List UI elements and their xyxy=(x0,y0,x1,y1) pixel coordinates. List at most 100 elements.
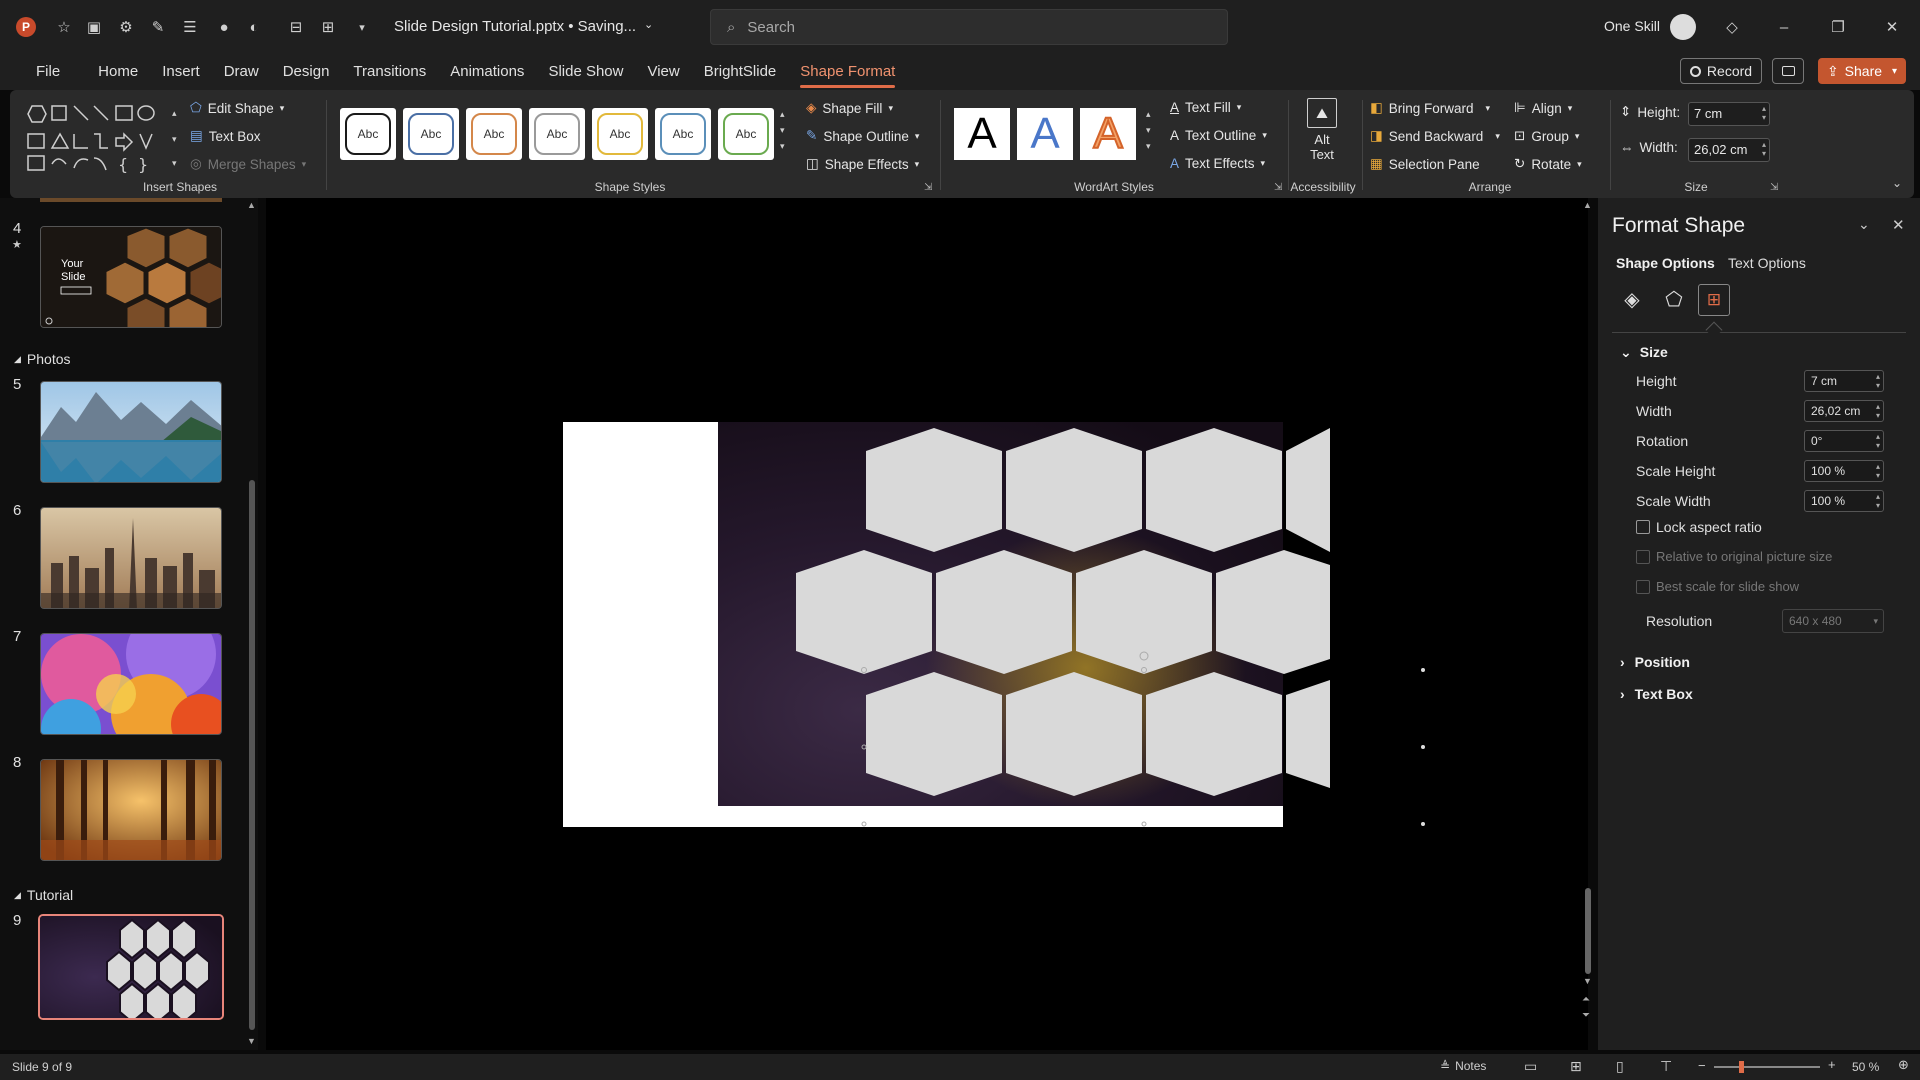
hexagon[interactable] xyxy=(866,672,1002,796)
text-fill-button[interactable]: A Text Fill ▾ xyxy=(1170,100,1241,115)
minimize-icon[interactable]: – xyxy=(1774,17,1794,37)
tab-transitions[interactable]: Transitions xyxy=(341,54,438,90)
text-box-button[interactable]: ▤ Text Box xyxy=(190,128,261,144)
width-input[interactable]: 26,02 cm ▴ ▾ xyxy=(1688,138,1770,162)
scroll-up-icon[interactable]: ▲ xyxy=(1583,200,1592,210)
comments-button[interactable] xyxy=(1772,58,1804,84)
scale-height-field[interactable]: 100 % ▴ ▾ xyxy=(1804,460,1884,482)
slide-thumbnail-4[interactable]: Your Slide xyxy=(40,226,222,328)
shapes-gallery[interactable]: { } ▴ ▾ ▾ xyxy=(24,102,184,174)
scroll-up-icon[interactable]: ▲ xyxy=(247,200,256,210)
shape-style-swatch[interactable]: Abc xyxy=(466,108,522,160)
alt-text-button[interactable]: ⛰ Alt Text xyxy=(1298,98,1346,162)
tab-shape-format[interactable]: Shape Format xyxy=(788,54,907,90)
slide-editing-area[interactable] xyxy=(266,198,1588,1050)
group-button[interactable]: ⊡ Group ▾ xyxy=(1514,128,1579,144)
chevron-down-icon[interactable]: ▾ xyxy=(352,17,372,37)
hexagon[interactable] xyxy=(1006,428,1142,552)
zoom-level[interactable]: 50 % xyxy=(1852,1060,1879,1074)
dialog-launcher-icon[interactable]: ⇲ xyxy=(1770,182,1778,193)
color-icon[interactable]: ◐ xyxy=(244,17,264,37)
effects-icon[interactable]: ⬠ xyxy=(1660,286,1688,314)
shape-style-swatch[interactable]: Abc xyxy=(718,108,774,160)
scroll-down-icon[interactable]: ▼ xyxy=(247,1036,256,1046)
hexagon[interactable] xyxy=(1006,672,1142,796)
hexagon[interactable] xyxy=(1286,680,1330,788)
zoom-in-icon[interactable]: + xyxy=(1828,1057,1836,1072)
fit-slide-icon[interactable]: ⊕ xyxy=(1898,1057,1909,1073)
rotation-field[interactable]: 0° ▴ ▾ xyxy=(1804,430,1884,452)
wordart-scroll[interactable]: ▴ ▾ ▾ xyxy=(1146,106,1151,154)
previous-slide-icon[interactable]: ⏶ xyxy=(1582,994,1590,1005)
spinner-icon[interactable]: ▴ ▾ xyxy=(1876,432,1880,450)
spinner-icon[interactable]: ▴ ▾ xyxy=(1876,492,1880,510)
next-slide-icon[interactable]: ⏷ xyxy=(1582,1010,1590,1021)
spinner-icon[interactable]: ▴ ▾ xyxy=(1876,462,1880,480)
star-icon[interactable]: ☆ xyxy=(54,17,74,37)
tab-file[interactable]: File xyxy=(24,54,72,90)
fill-line-icon[interactable]: ◈ xyxy=(1618,286,1646,314)
slide-sorter-icon[interactable]: ⊞ xyxy=(1570,1058,1582,1075)
share-button[interactable]: ⇪ Share ▾ xyxy=(1818,58,1906,84)
close-icon[interactable]: ✕ xyxy=(1892,216,1905,234)
textbox-section-header[interactable]: › Text Box xyxy=(1620,686,1693,702)
spinner-icon[interactable]: ▴ ▾ xyxy=(1762,140,1766,158)
text-effects-button[interactable]: A Text Effects ▾ xyxy=(1170,156,1265,171)
align-button[interactable]: ⊫ Align ▾ xyxy=(1514,100,1572,116)
send-backward-button[interactable]: ◨ Send Backward ▾ xyxy=(1370,128,1500,144)
hexagon[interactable] xyxy=(1076,550,1212,674)
tab-home[interactable]: Home xyxy=(86,54,150,90)
thumbnail-scrollbar[interactable]: ▲ ▼ xyxy=(247,198,256,1050)
notes-button[interactable]: ≜ Notes xyxy=(1440,1059,1486,1073)
slide-thumbnail-7[interactable] xyxy=(40,633,222,735)
hexagon[interactable] xyxy=(936,550,1072,674)
normal-view-icon[interactable]: ▭ xyxy=(1524,1058,1537,1075)
bring-forward-button[interactable]: ◧ Bring Forward ▾ xyxy=(1370,100,1490,116)
section-photos[interactable]: ◢ Photos xyxy=(14,351,71,367)
hexagon[interactable] xyxy=(1146,428,1282,552)
shape-style-swatch[interactable]: Abc xyxy=(403,108,459,160)
slide-thumbnail-6[interactable] xyxy=(40,507,222,609)
hexagon[interactable] xyxy=(1216,550,1330,674)
collapse-ribbon-icon[interactable]: ⌄ xyxy=(1892,176,1902,190)
avatar[interactable] xyxy=(1670,14,1696,40)
gear-icon[interactable]: ⚙ xyxy=(116,17,136,37)
record-button[interactable]: Record xyxy=(1680,58,1762,84)
selection-pane-button[interactable]: ▦ Selection Pane xyxy=(1370,156,1480,172)
tab-draw[interactable]: Draw xyxy=(212,54,271,90)
spinner-icon[interactable]: ▴ ▾ xyxy=(1876,372,1880,390)
edit-shape-button[interactable]: ⬠ Edit Shape ▾ xyxy=(190,100,284,116)
tab-text-options[interactable]: Text Options xyxy=(1728,255,1806,271)
shape-fill-button[interactable]: ◈ Shape Fill ▾ xyxy=(806,100,893,116)
slide-thumbnail-partial[interactable] xyxy=(40,198,222,202)
width-field[interactable]: 26,02 cm ▴ ▾ xyxy=(1804,400,1884,422)
reading-view-icon[interactable]: ▯ xyxy=(1616,1058,1624,1075)
zoom-slider[interactable] xyxy=(1714,1061,1820,1073)
hexagon[interactable] xyxy=(866,428,1002,552)
hexagon[interactable] xyxy=(1286,428,1330,552)
hexagon[interactable] xyxy=(1146,672,1282,796)
shape-style-swatch[interactable]: Abc xyxy=(592,108,648,160)
zoom-slider-knob[interactable] xyxy=(1738,1061,1744,1073)
scroll-thumb[interactable] xyxy=(1585,888,1591,974)
canvas-scrollbar[interactable]: ▲ ▼ ⏶ ⏷ xyxy=(1582,198,1594,1050)
distribute-icon[interactable]: ⊞ xyxy=(318,17,338,37)
dialog-launcher-icon[interactable]: ⇲ xyxy=(1274,182,1282,193)
slide-thumbnail-5[interactable] xyxy=(40,381,222,483)
height-input[interactable]: 7 cm ▴ ▾ xyxy=(1688,102,1770,126)
draw-icon[interactable]: ✎ xyxy=(148,17,168,37)
slide-canvas[interactable]: ▲ ▼ ⏶ ⏷ xyxy=(266,198,1592,1050)
tab-animations[interactable]: Animations xyxy=(438,54,536,90)
spinner-icon[interactable]: ▴ ▾ xyxy=(1876,402,1880,420)
tab-insert[interactable]: Insert xyxy=(150,54,212,90)
scale-width-field[interactable]: 100 % ▴ ▾ xyxy=(1804,490,1884,512)
wordart-blue[interactable]: A xyxy=(1017,108,1073,160)
list-icon[interactable]: ☰ xyxy=(180,17,200,37)
shape-style-swatch[interactable]: Abc xyxy=(529,108,585,160)
scroll-thumb[interactable] xyxy=(249,480,255,1030)
tab-slide-show[interactable]: Slide Show xyxy=(536,54,635,90)
wordart-black[interactable]: A xyxy=(954,108,1010,160)
slide-thumbnail-8[interactable] xyxy=(40,759,222,861)
shape-style-swatch[interactable]: Abc xyxy=(655,108,711,160)
slideshow-icon[interactable]: ⊤ xyxy=(1660,1058,1672,1075)
